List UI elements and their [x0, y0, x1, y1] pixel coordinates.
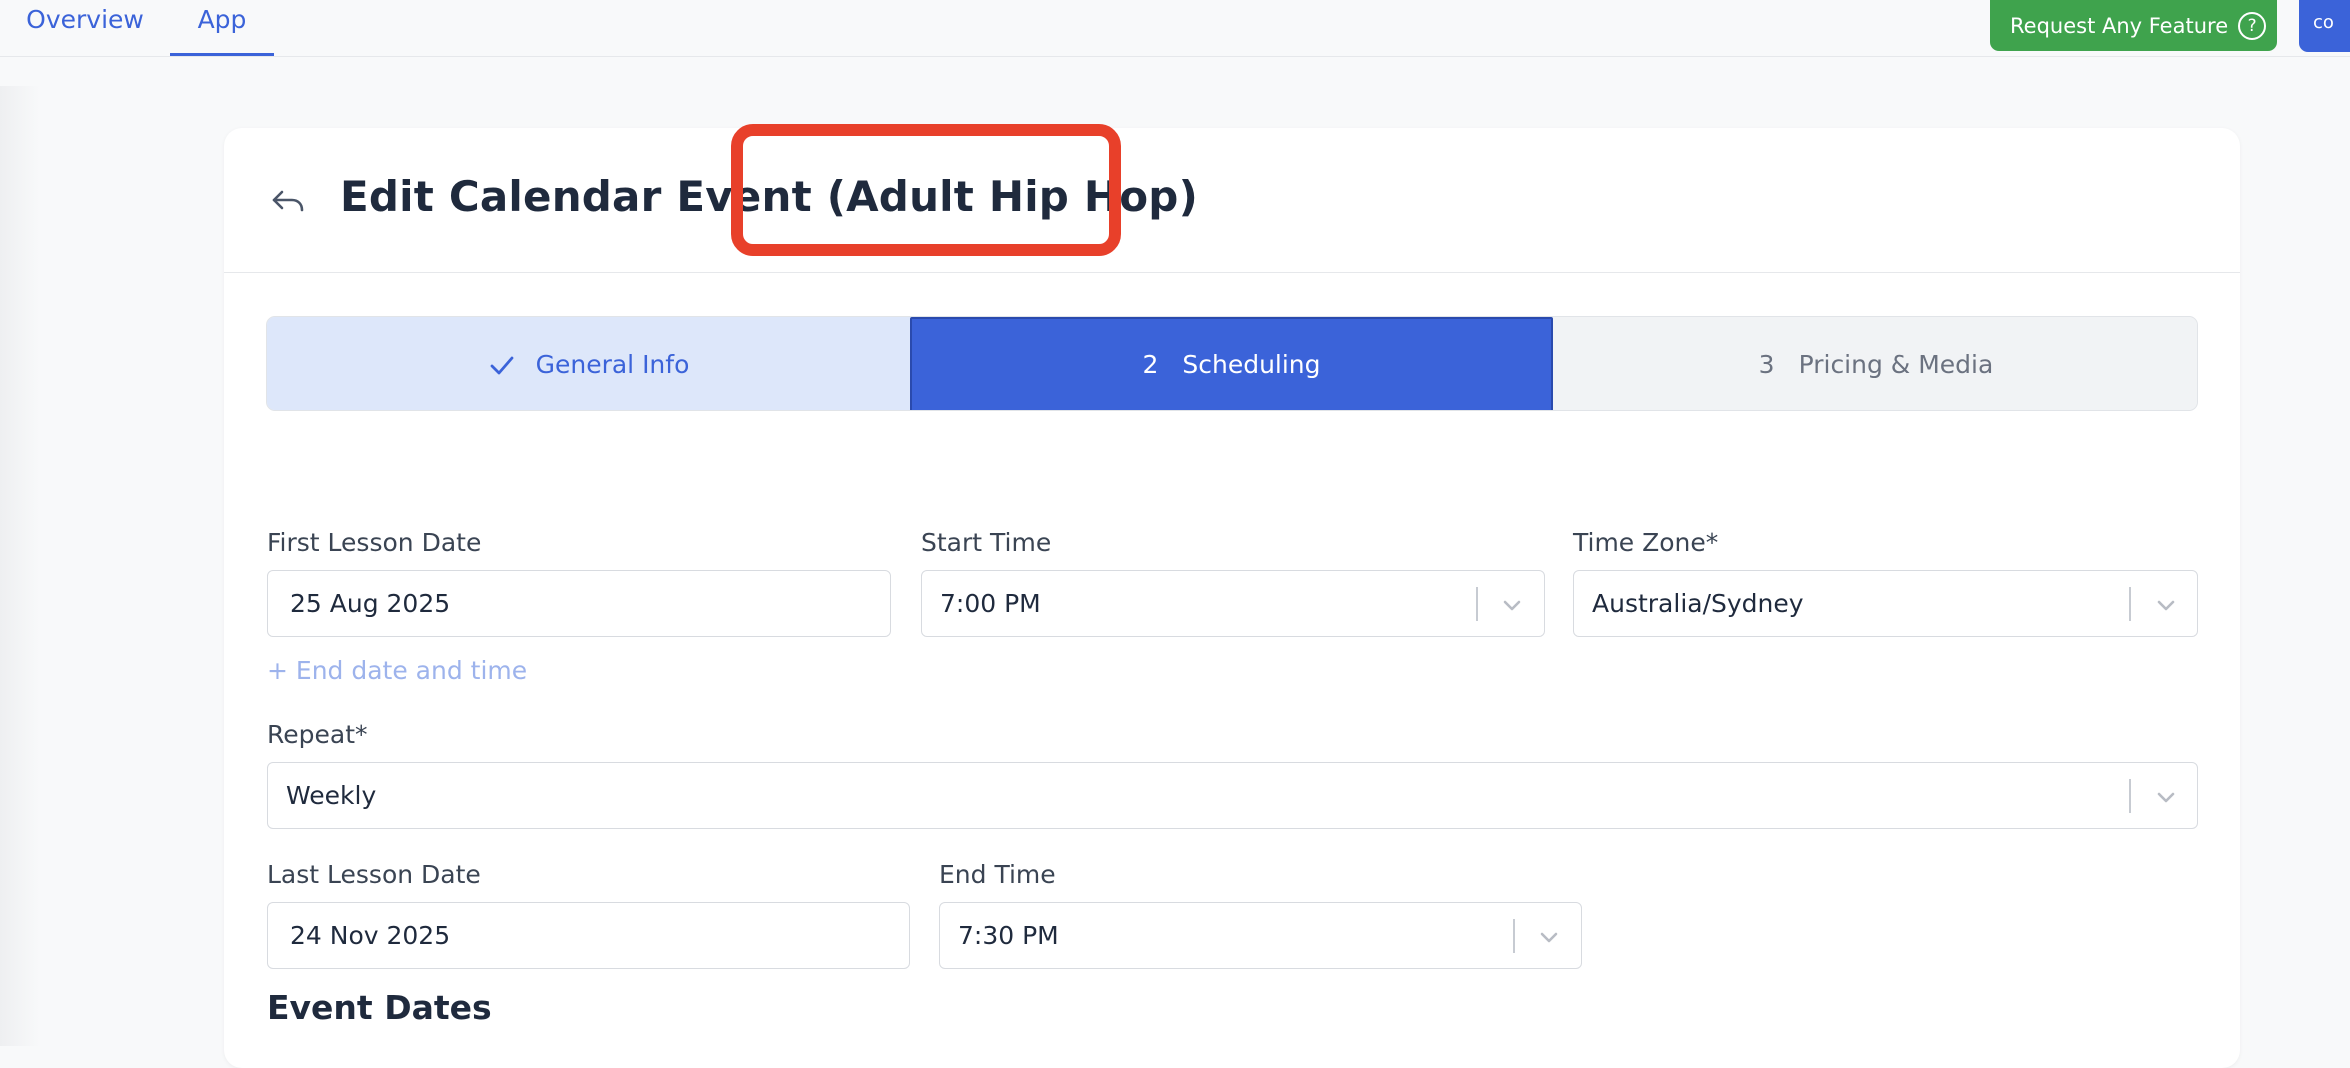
back-arrow-icon[interactable] — [268, 180, 308, 220]
chevron-down-icon — [1540, 932, 1558, 943]
card-header: Edit Calendar Event (Adult Hip Hop) — [224, 128, 2240, 273]
select-divider — [2129, 587, 2131, 621]
repeat-select[interactable]: Weekly — [267, 762, 2198, 829]
event-name: (Adult Hip Hop) — [826, 172, 1198, 221]
last-lesson-date-value: 24 Nov 2025 — [290, 921, 451, 950]
chevron-down-icon — [1503, 600, 1521, 611]
end-time-value: 7:30 PM — [958, 921, 1059, 950]
chevron-down-icon — [2157, 600, 2175, 611]
last-lesson-date-input[interactable]: 24 Nov 2025 — [267, 902, 910, 969]
step-general-info[interactable]: General Info — [267, 317, 910, 410]
step-label: Scheduling — [1182, 350, 1321, 379]
start-time-value: 7:00 PM — [940, 589, 1041, 618]
check-icon — [490, 356, 513, 374]
stepper: General Info 2 Scheduling 3 Pricing & Me… — [266, 316, 2198, 411]
time-zone-label: Time Zone* — [1573, 528, 1719, 557]
event-dates-heading: Event Dates — [267, 988, 492, 1027]
select-divider — [1513, 919, 1515, 953]
edit-event-card: Edit Calendar Event (Adult Hip Hop) Gene… — [224, 128, 2240, 1068]
last-lesson-date-label: Last Lesson Date — [267, 860, 481, 889]
help-icon: ? — [2238, 11, 2267, 40]
step-pricing-media[interactable]: 3 Pricing & Media — [1553, 317, 2197, 410]
tab-app[interactable]: App — [170, 0, 274, 56]
top-nav-bar: Overview App Request Any Feature ? co — [0, 0, 2350, 57]
select-divider — [1476, 587, 1478, 621]
end-time-label: End Time — [939, 860, 1056, 889]
first-lesson-date-label: First Lesson Date — [267, 528, 482, 557]
step-number: 2 — [1142, 350, 1159, 379]
tab-overview[interactable]: Overview — [20, 0, 150, 56]
select-divider — [2129, 779, 2131, 813]
page-title-prefix: Edit Calendar Event — [340, 172, 812, 221]
repeat-value: Weekly — [286, 781, 377, 810]
add-end-date-link[interactable]: + End date and time — [267, 656, 527, 685]
first-lesson-date-input[interactable]: 25 Aug 2025 — [267, 570, 891, 637]
page-title: Edit Calendar Event (Adult Hip Hop) — [340, 172, 1198, 221]
start-time-select[interactable]: 7:00 PM — [921, 570, 1545, 637]
time-zone-value: Australia/Sydney — [1592, 589, 1804, 618]
request-feature-button[interactable]: Request Any Feature ? — [1990, 0, 2277, 51]
step-scheduling[interactable]: 2 Scheduling — [910, 317, 1553, 410]
step-label: Pricing & Media — [1798, 350, 1994, 379]
request-feature-label: Request Any Feature — [2010, 13, 2229, 38]
time-zone-select[interactable]: Australia/Sydney — [1573, 570, 2198, 637]
sidebar-edge — [0, 86, 40, 1046]
start-time-label: Start Time — [921, 528, 1052, 557]
first-lesson-date-value: 25 Aug 2025 — [290, 589, 451, 618]
repeat-label: Repeat* — [267, 720, 368, 749]
chevron-down-icon — [2157, 792, 2175, 803]
step-number: 3 — [1758, 350, 1775, 379]
step-label: General Info — [535, 350, 690, 379]
partial-action-button[interactable]: co — [2299, 0, 2350, 52]
end-time-select[interactable]: 7:30 PM — [939, 902, 1582, 969]
